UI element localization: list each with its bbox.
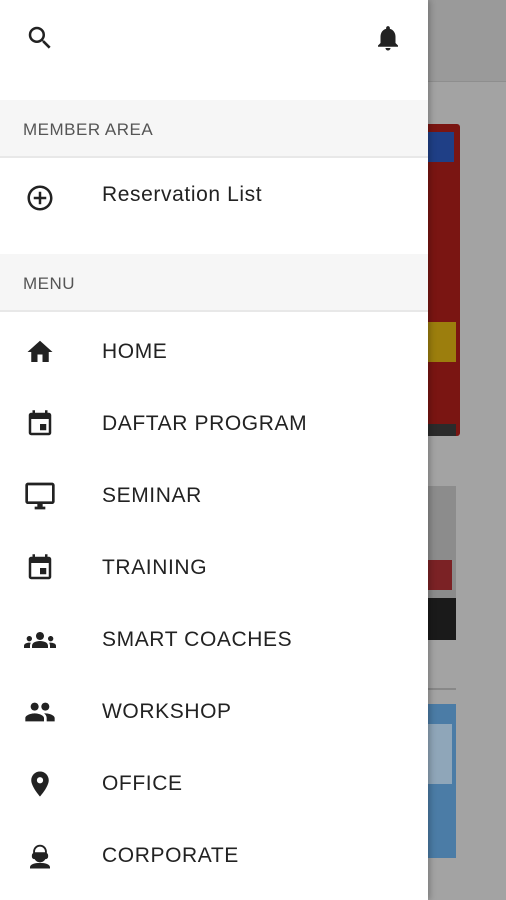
bell-icon [373, 23, 403, 53]
menu-item-office[interactable]: OFFICE [0, 746, 428, 818]
member-area-title: MEMBER AREA [23, 120, 154, 139]
person-headset-icon [24, 840, 56, 872]
menu-item-smart-coaches[interactable]: SMART COACHES [0, 602, 428, 674]
menu-item-training[interactable]: TRAINING [0, 530, 428, 602]
banner-graphic [424, 598, 456, 640]
location-pin-icon [24, 768, 56, 800]
menu-item-label: DAFTAR PROGRAM [102, 412, 308, 435]
add-circle-icon [24, 182, 56, 214]
menu-item-corporate[interactable]: CORPORATE [0, 818, 428, 890]
home-icon [24, 336, 56, 368]
menu-item-label: OFFICE [102, 772, 183, 795]
navigation-drawer: MEMBER AREA Reservation List MENU HOME D… [0, 0, 428, 900]
event-icon [24, 552, 56, 584]
menu-title: MENU [23, 274, 76, 293]
notifications-button[interactable] [368, 18, 408, 58]
menu-item-reservation-list[interactable]: Reservation List [0, 160, 428, 232]
menu-item-label: HOME [102, 340, 168, 363]
event-icon [24, 408, 56, 440]
people-icon [24, 696, 56, 728]
menu-item-label: CORPORATE [102, 844, 239, 867]
banner-graphic [426, 724, 452, 784]
search-icon [25, 23, 55, 53]
menu-item-daftar-program[interactable]: DAFTAR PROGRAM [0, 386, 428, 458]
banner-graphic [426, 424, 456, 436]
menu-item-label: WORKSHOP [102, 700, 232, 723]
menu-item-home[interactable]: HOME [0, 314, 428, 386]
banner-graphic [428, 560, 452, 590]
menu-item-label: TRAINING [102, 556, 208, 579]
search-button[interactable] [20, 18, 60, 58]
desktop-icon [24, 480, 56, 512]
member-area-header: MEMBER AREA [0, 100, 428, 158]
menu-item-seminar[interactable]: SEMINAR [0, 458, 428, 530]
menu-header: MENU [0, 254, 428, 312]
menu-item-label: Reservation List [102, 183, 263, 206]
menu-item-workshop[interactable]: WORKSHOP [0, 674, 428, 746]
group-icon [24, 624, 56, 656]
banner-graphic [426, 322, 456, 362]
menu-item-label: SEMINAR [102, 484, 202, 507]
drawer-top-bar [0, 0, 428, 100]
menu-item-label: SMART COACHES [102, 628, 293, 651]
